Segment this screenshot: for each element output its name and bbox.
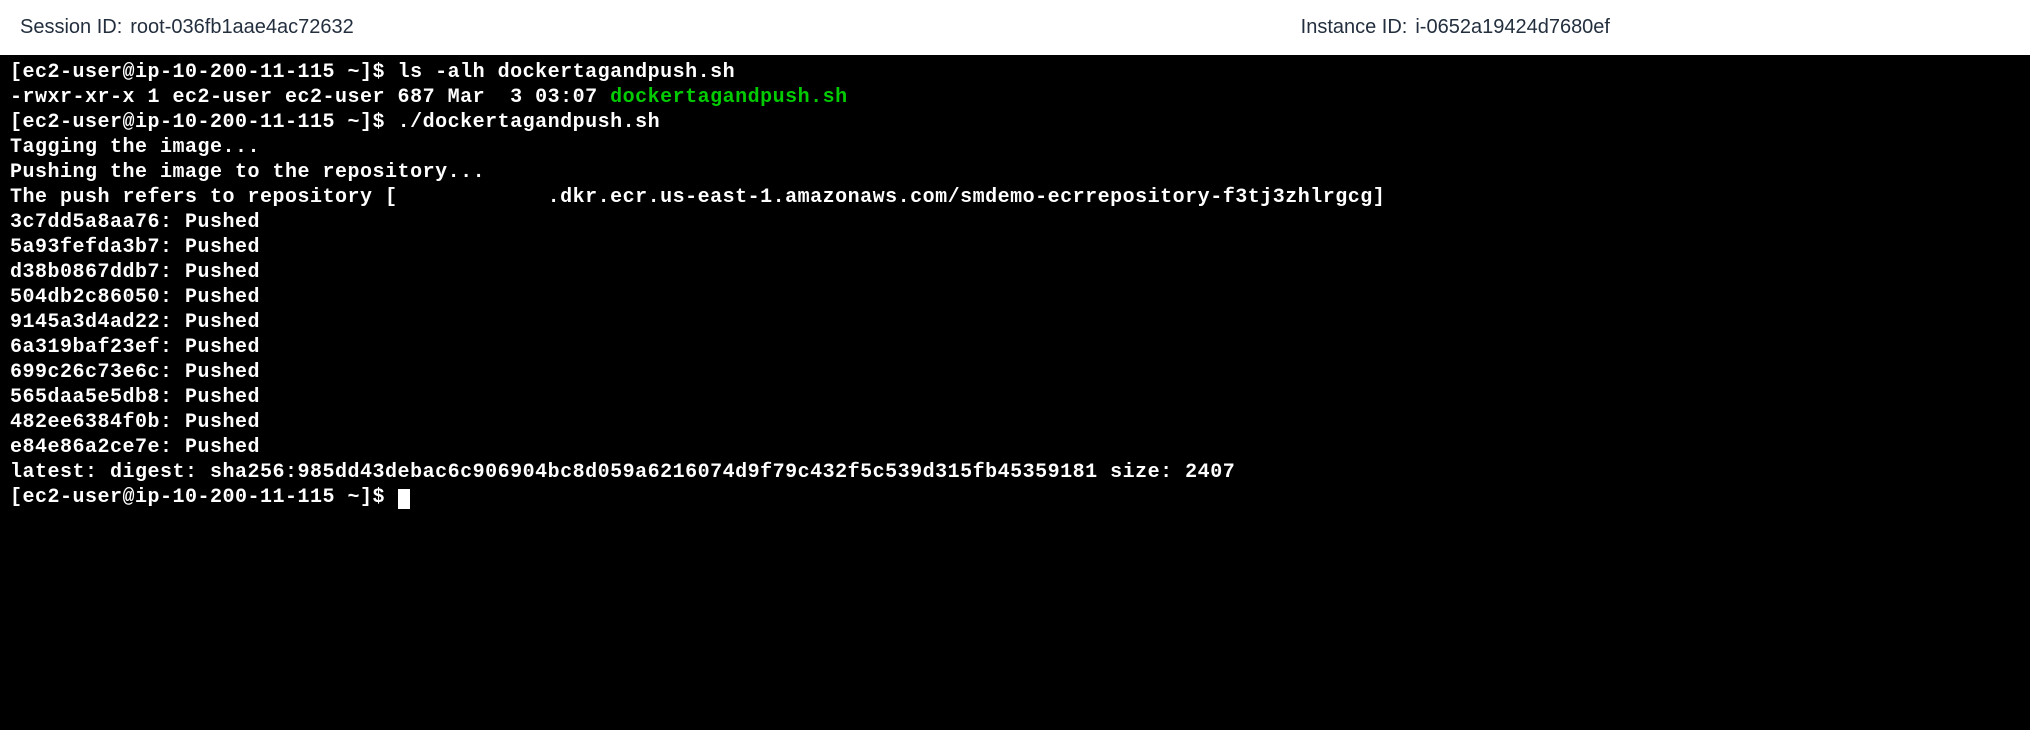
shell-prompt: [ec2-user@ip-10-200-11-115 ~]$ (10, 111, 398, 134)
terminal-line: 9145a3d4ad22: Pushed (10, 310, 2020, 335)
terminal-line: [ec2-user@ip-10-200-11-115 ~]$ (10, 485, 2020, 510)
session-id-value: root-036fb1aae4ac72632 (130, 16, 354, 39)
shell-prompt: [ec2-user@ip-10-200-11-115 ~]$ (10, 486, 398, 509)
terminal-line: 699c26c73e6c: Pushed (10, 360, 2020, 385)
cursor-icon (398, 489, 410, 509)
terminal-line: d38b0867ddb7: Pushed (10, 260, 2020, 285)
terminal-line: [ec2-user@ip-10-200-11-115 ~]$ ./dockert… (10, 110, 2020, 135)
terminal-line: 482ee6384f0b: Pushed (10, 410, 2020, 435)
session-header: Session ID: root-036fb1aae4ac72632 Insta… (0, 0, 2030, 55)
command-text: ./dockertagandpush.sh (398, 111, 661, 134)
shell-prompt: [ec2-user@ip-10-200-11-115 ~]$ (10, 61, 398, 84)
terminal-line: latest: digest: sha256:985dd43debac6c906… (10, 460, 2020, 485)
terminal-line: [ec2-user@ip-10-200-11-115 ~]$ ls -alh d… (10, 60, 2020, 85)
session-id-label: Session ID: (20, 16, 122, 39)
terminal-line: 504db2c86050: Pushed (10, 285, 2020, 310)
instance-id-value: i-0652a19424d7680ef (1415, 16, 1610, 39)
terminal-line: 6a319baf23ef: Pushed (10, 335, 2020, 360)
terminal-line: The push refers to repository [ .dkr.ecr… (10, 185, 2020, 210)
instance-id-section: Instance ID: i-0652a19424d7680ef (1301, 16, 1610, 39)
terminal-line: 565daa5e5db8: Pushed (10, 385, 2020, 410)
terminal-output[interactable]: [ec2-user@ip-10-200-11-115 ~]$ ls -alh d… (0, 55, 2030, 515)
terminal-line: 5a93fefda3b7: Pushed (10, 235, 2020, 260)
session-id-section: Session ID: root-036fb1aae4ac72632 (20, 16, 354, 39)
terminal-line: Pushing the image to the repository... (10, 160, 2020, 185)
terminal-line: -rwxr-xr-x 1 ec2-user ec2-user 687 Mar 3… (10, 85, 2020, 110)
terminal-line: 3c7dd5a8aa76: Pushed (10, 210, 2020, 235)
terminal-line: e84e86a2ce7e: Pushed (10, 435, 2020, 460)
instance-id-label: Instance ID: (1301, 16, 1408, 39)
ls-output-perms: -rwxr-xr-x 1 ec2-user ec2-user 687 Mar 3… (10, 86, 610, 109)
terminal-line: Tagging the image... (10, 135, 2020, 160)
command-text: ls -alh dockertagandpush.sh (398, 61, 736, 84)
ls-output-filename: dockertagandpush.sh (610, 86, 848, 109)
